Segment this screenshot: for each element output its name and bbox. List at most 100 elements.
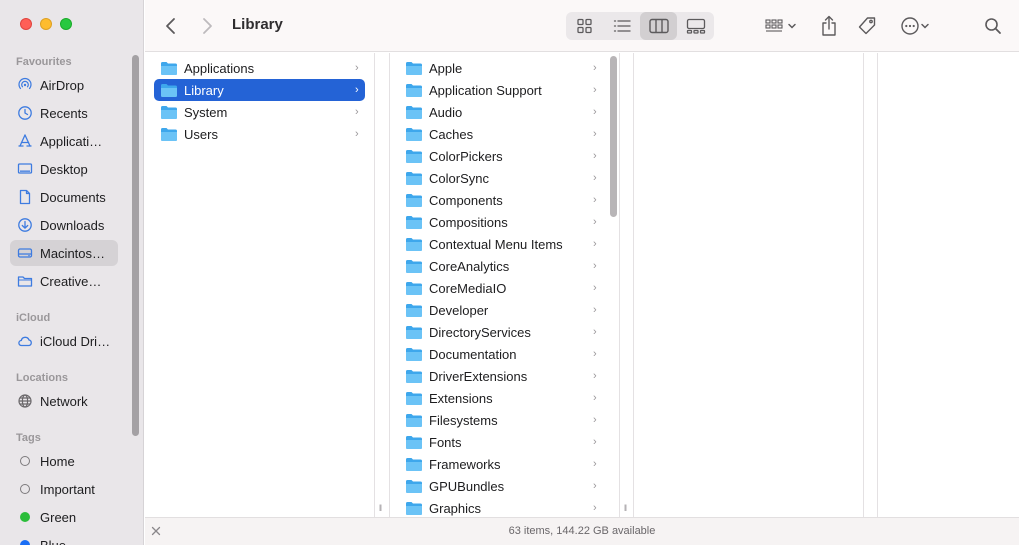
folder-row[interactable]: GPUBundles ›: [399, 475, 603, 497]
column-resize-handle[interactable]: ll: [379, 503, 382, 513]
folder-row[interactable]: CoreAnalytics ›: [399, 255, 603, 277]
folder-row[interactable]: Components ›: [399, 189, 603, 211]
folder-row[interactable]: ColorSync ›: [399, 167, 603, 189]
airdrop-icon: [17, 77, 33, 93]
sidebar-item-downloads[interactable]: Downloads: [10, 212, 118, 238]
folder-icon: [406, 83, 422, 97]
sidebar-item-airdrop[interactable]: AirDrop: [10, 72, 118, 98]
chevron-right-icon: ›: [593, 62, 597, 74]
chevron-down-icon: [788, 23, 796, 29]
sidebar-item-documents[interactable]: Documents: [10, 184, 118, 210]
sidebar-item-home[interactable]: Home: [10, 448, 118, 474]
folder-name: Caches: [429, 126, 474, 142]
column-scrollbar[interactable]: [610, 56, 617, 217]
folder-row[interactable]: Apple ›: [399, 57, 603, 79]
folder-icon: [17, 273, 33, 289]
sidebar-item-applicati[interactable]: Applicati…: [10, 128, 118, 154]
column-root[interactable]: Applications › Library › System › Users ›: [145, 53, 375, 517]
folder-row[interactable]: Compositions ›: [399, 211, 603, 233]
folder-row[interactable]: Graphics ›: [399, 497, 603, 517]
sidebar-item-important[interactable]: Important: [10, 476, 118, 502]
folder-row[interactable]: Library ›: [154, 79, 365, 101]
folder-row[interactable]: Frameworks ›: [399, 453, 603, 475]
folder-row[interactable]: System ›: [154, 101, 365, 123]
tag-icon: [858, 17, 876, 35]
icon-view-button[interactable]: [566, 12, 603, 40]
column-gap: ll: [375, 53, 390, 517]
sidebar-item-label: Home: [40, 453, 75, 469]
folder-icon: [161, 83, 177, 97]
chevron-right-icon: ›: [593, 84, 597, 96]
tag-color-icon: [17, 481, 33, 497]
chevron-right-icon: ›: [593, 238, 597, 250]
back-button[interactable]: [159, 14, 183, 38]
folder-icon: [406, 61, 422, 75]
grid-icon: [576, 18, 592, 34]
sidebar-item-creative[interactable]: Creative…: [10, 268, 118, 294]
folder-icon: [406, 435, 422, 449]
folder-name: Contextual Menu Items: [429, 236, 563, 252]
folder-row[interactable]: Users ›: [154, 123, 365, 145]
sidebar-item-blue[interactable]: Blue: [10, 532, 118, 545]
cloud-icon: [17, 333, 33, 349]
column-view-button[interactable]: [640, 12, 677, 40]
folder-row[interactable]: Filesystems ›: [399, 409, 603, 431]
status-text: 63 items, 144.22 GB available: [508, 525, 656, 537]
chevron-right-icon: ›: [593, 172, 597, 184]
tag-color-icon: [17, 509, 33, 525]
sidebar-item-icloud-dri[interactable]: iCloud Dri…: [10, 328, 118, 354]
more-actions-button[interactable]: [896, 14, 934, 38]
folder-icon: [406, 347, 422, 361]
column-empty[interactable]: [878, 53, 1019, 517]
column-resize-handle[interactable]: ll: [624, 503, 627, 513]
sidebar-item-label: Downloads: [40, 217, 105, 233]
sidebar-item-label: Documents: [40, 189, 106, 205]
folder-row[interactable]: Applications ›: [154, 57, 365, 79]
folder-row[interactable]: ColorPickers ›: [399, 145, 603, 167]
column-empty[interactable]: [634, 53, 864, 517]
share-button[interactable]: [817, 13, 841, 39]
sidebar-item-label: iCloud Dri…: [40, 333, 111, 349]
folder-row[interactable]: Extensions ›: [399, 387, 603, 409]
folder-row[interactable]: DriverExtensions ›: [399, 365, 603, 387]
group-by-button[interactable]: [762, 14, 800, 38]
sidebar-item-recents[interactable]: Recents: [10, 100, 118, 126]
forward-button[interactable]: [195, 14, 219, 38]
folder-row[interactable]: Developer ›: [399, 299, 603, 321]
tag-color-icon: [17, 537, 33, 545]
list-view-button[interactable]: [603, 12, 640, 40]
column-library[interactable]: Apple › Application Support › Audio › Caches › C…: [390, 53, 620, 517]
sidebar-item-desktop[interactable]: Desktop: [10, 156, 118, 182]
folder-name: Users: [184, 126, 218, 142]
folder-row[interactable]: Fonts ›: [399, 431, 603, 453]
folder-icon: [406, 369, 422, 383]
gallery-view-button[interactable]: [677, 12, 714, 40]
search-button[interactable]: [981, 14, 1005, 38]
folder-row[interactable]: DirectoryServices ›: [399, 321, 603, 343]
sidebar-item-network[interactable]: Network: [10, 388, 118, 414]
folder-row[interactable]: Audio ›: [399, 101, 603, 123]
chevron-left-icon: [166, 18, 175, 34]
folder-row[interactable]: CoreMediaIO ›: [399, 277, 603, 299]
sidebar-section-title: Favourites: [16, 56, 72, 68]
sidebar-item-green[interactable]: Green: [10, 504, 118, 530]
sidebar-scrollbar[interactable]: [132, 55, 139, 436]
folder-row[interactable]: Contextual Menu Items ›: [399, 233, 603, 255]
sidebar-item-macintos[interactable]: Macintos…: [10, 240, 118, 266]
sidebar-item-label: Creative…: [40, 273, 102, 289]
folder-icon: [406, 105, 422, 119]
tag-button[interactable]: [854, 13, 880, 39]
sidebar-item-label: Network: [40, 393, 88, 409]
applications-icon: [17, 133, 33, 149]
folder-icon: [406, 259, 422, 273]
folder-row[interactable]: Documentation ›: [399, 343, 603, 365]
folder-row[interactable]: Application Support ›: [399, 79, 603, 101]
chevron-right-icon: ›: [593, 282, 597, 294]
chevron-right-icon: ›: [593, 106, 597, 118]
folder-row[interactable]: Caches ›: [399, 123, 603, 145]
folder-name: CoreMediaIO: [429, 280, 507, 296]
sidebar-item-label: Desktop: [40, 161, 88, 177]
sidebar-item-label: Important: [40, 481, 95, 497]
folder-icon: [406, 479, 422, 493]
window-title: Library: [232, 16, 283, 33]
